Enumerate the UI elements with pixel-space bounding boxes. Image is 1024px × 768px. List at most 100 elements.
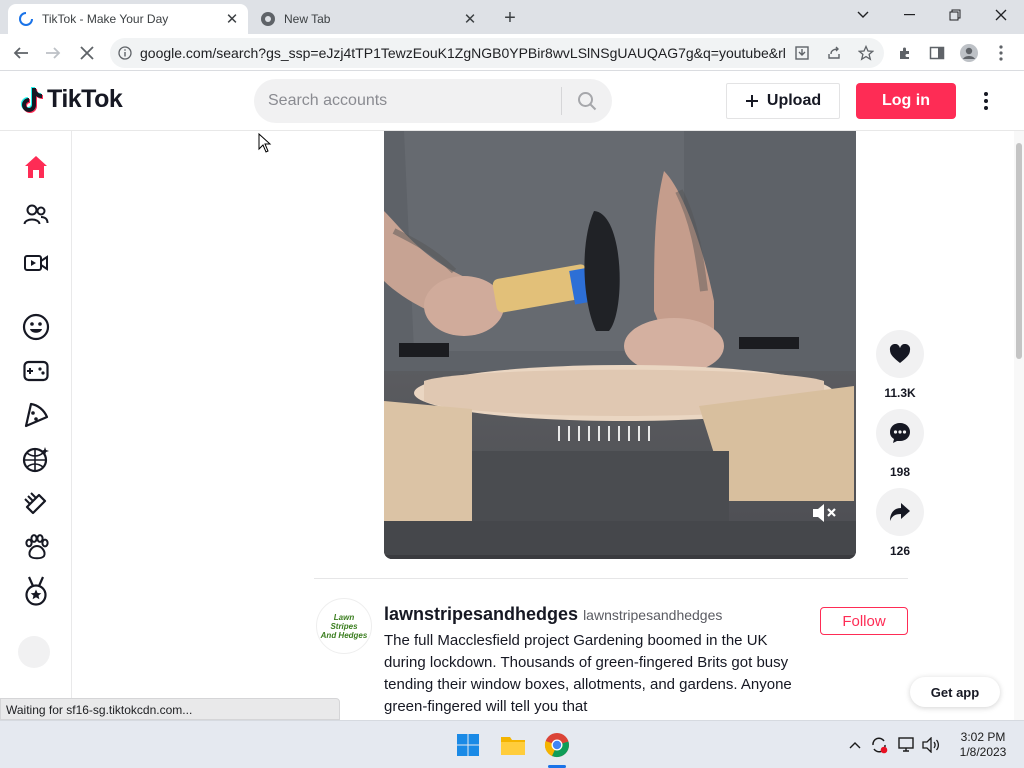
feed-divider [314, 578, 908, 579]
browser-tab-strip: TikTok - Make Your Day ✕ New Tab ✕ + [0, 0, 1024, 34]
windows-start-icon[interactable] [452, 729, 484, 761]
browser-menu-icon[interactable] [988, 40, 1014, 66]
gamepad-icon [23, 360, 49, 382]
close-window-button[interactable] [978, 0, 1024, 30]
close-tab-icon[interactable]: ✕ [460, 9, 480, 29]
sync-alert-icon[interactable] [869, 735, 889, 755]
install-app-icon[interactable] [786, 45, 818, 61]
upload-label: Upload [766, 92, 822, 109]
login-button[interactable]: Log in [856, 83, 956, 119]
tab-new-tab[interactable]: New Tab ✕ [250, 4, 486, 34]
video-frame [384, 131, 856, 559]
sidebar-item-gaming[interactable] [18, 353, 54, 389]
logo-text: TikTok [47, 85, 123, 113]
address-bar[interactable]: google.com/search?gs_ssp=eJzj4tTP1TewzEo… [110, 38, 884, 68]
sidebar-item-sports[interactable] [18, 573, 54, 609]
page-scrollbar[interactable] [1014, 131, 1024, 721]
volume-icon[interactable] [921, 735, 941, 755]
browser-status-bar: Waiting for sf16-sg.tiktokcdn.com... [0, 698, 340, 720]
author-nickname[interactable]: lawnstripesandhedges [583, 607, 722, 623]
like-count: 11.3K [884, 386, 916, 400]
site-info-icon[interactable] [110, 46, 140, 60]
restore-button[interactable] [932, 0, 978, 30]
network-icon[interactable] [897, 735, 917, 755]
sidebar-item-dance[interactable] [18, 441, 54, 477]
profile-avatar-icon[interactable] [956, 40, 982, 66]
author-info: lawnstripesandhedges lawnstripesandhedge… [384, 604, 722, 625]
medal-icon [25, 576, 47, 606]
windows-taskbar: 3:02 PM 1/8/2023 [0, 720, 1024, 768]
url-text[interactable]: google.com/search?gs_ssp=eJzj4tTP1TewzEo… [140, 45, 786, 61]
share-count: 126 [889, 544, 911, 558]
sidebar-item-live[interactable] [18, 245, 54, 281]
back-button[interactable] [8, 40, 34, 66]
sidebar-item-following[interactable] [18, 197, 54, 233]
show-hidden-icons-icon[interactable] [845, 735, 865, 755]
minimize-button[interactable] [886, 0, 932, 30]
comment-icon [890, 423, 910, 443]
search-bar [254, 79, 612, 123]
smiley-icon [22, 313, 50, 341]
avatar-text-line: And Hedges [320, 630, 368, 640]
avatar-text-line: Stripes [330, 621, 358, 631]
share-action: 126 [876, 488, 924, 558]
comment-button[interactable] [876, 409, 924, 457]
sidebar-item-comedy[interactable] [18, 309, 54, 345]
sidebar-item-beauty[interactable] [18, 485, 54, 521]
people-icon [23, 204, 49, 225]
disco-ball-icon [22, 447, 49, 473]
share-icon[interactable] [818, 45, 850, 61]
tiktok-note-icon [21, 86, 43, 113]
tab-title: TikTok - Make Your Day [42, 12, 169, 26]
share-arrow-icon [890, 503, 910, 521]
sidebar-item-animals[interactable] [18, 529, 54, 565]
like-action: 11.3K [876, 330, 924, 400]
bookmark-star-icon[interactable] [850, 45, 882, 61]
tiktok-header: TikTok Upload Log in [0, 71, 1024, 131]
mute-button[interactable] [810, 500, 838, 526]
close-tab-icon[interactable]: ✕ [222, 9, 242, 29]
sidebar-avatar-placeholder [18, 636, 50, 668]
browser-toolbar: google.com/search?gs_ssp=eJzj4tTP1TewzEo… [0, 34, 1024, 71]
follow-button[interactable]: Follow [820, 607, 908, 635]
share-button[interactable] [876, 488, 924, 536]
stop-loading-button[interactable] [74, 40, 100, 66]
extensions-icon[interactable] [892, 40, 918, 66]
volume-muted-icon [813, 504, 836, 522]
comment-count: 198 [889, 465, 911, 479]
tab-tiktok[interactable]: TikTok - Make Your Day ✕ [8, 4, 248, 34]
taskbar-clock[interactable]: 3:02 PM 1/8/2023 [950, 730, 1016, 760]
chrome-taskbar-icon[interactable] [541, 729, 573, 761]
sidebar [0, 131, 72, 721]
comb-icon [24, 492, 47, 515]
search-icon [578, 92, 597, 111]
new-tab-button[interactable]: + [498, 6, 522, 30]
loading-spinner-icon [18, 11, 34, 27]
more-options-icon[interactable] [974, 87, 998, 115]
forward-button[interactable] [40, 40, 66, 66]
like-button[interactable] [876, 330, 924, 378]
home-icon [25, 156, 47, 178]
comment-action: 198 [876, 409, 924, 479]
pizza-icon [24, 402, 49, 428]
upload-button[interactable]: Upload [726, 83, 840, 119]
file-explorer-icon[interactable] [497, 729, 529, 761]
author-username[interactable]: lawnstripesandhedges [384, 604, 578, 625]
sidebar-item-home[interactable] [18, 149, 54, 185]
clock-date: 1/8/2023 [959, 745, 1007, 759]
live-camera-icon [24, 255, 48, 271]
video-player[interactable] [384, 131, 856, 559]
tiktok-logo[interactable]: TikTok [20, 85, 123, 114]
get-app-button[interactable]: Get app [910, 677, 1000, 707]
avatar-text-line: Lawn [333, 612, 355, 622]
search-button[interactable] [562, 79, 612, 123]
post-description: The full Macclesfield project Gardening … [384, 632, 792, 715]
tab-search-icon[interactable] [840, 0, 886, 30]
search-input[interactable] [254, 79, 561, 123]
side-panel-icon[interactable] [924, 40, 950, 66]
author-avatar[interactable]: Lawn Stripes And Hedges [316, 598, 372, 654]
paw-icon [25, 534, 49, 560]
sidebar-item-food[interactable] [18, 397, 54, 433]
scrollbar-thumb[interactable] [1016, 143, 1022, 359]
chrome-icon [260, 11, 276, 27]
